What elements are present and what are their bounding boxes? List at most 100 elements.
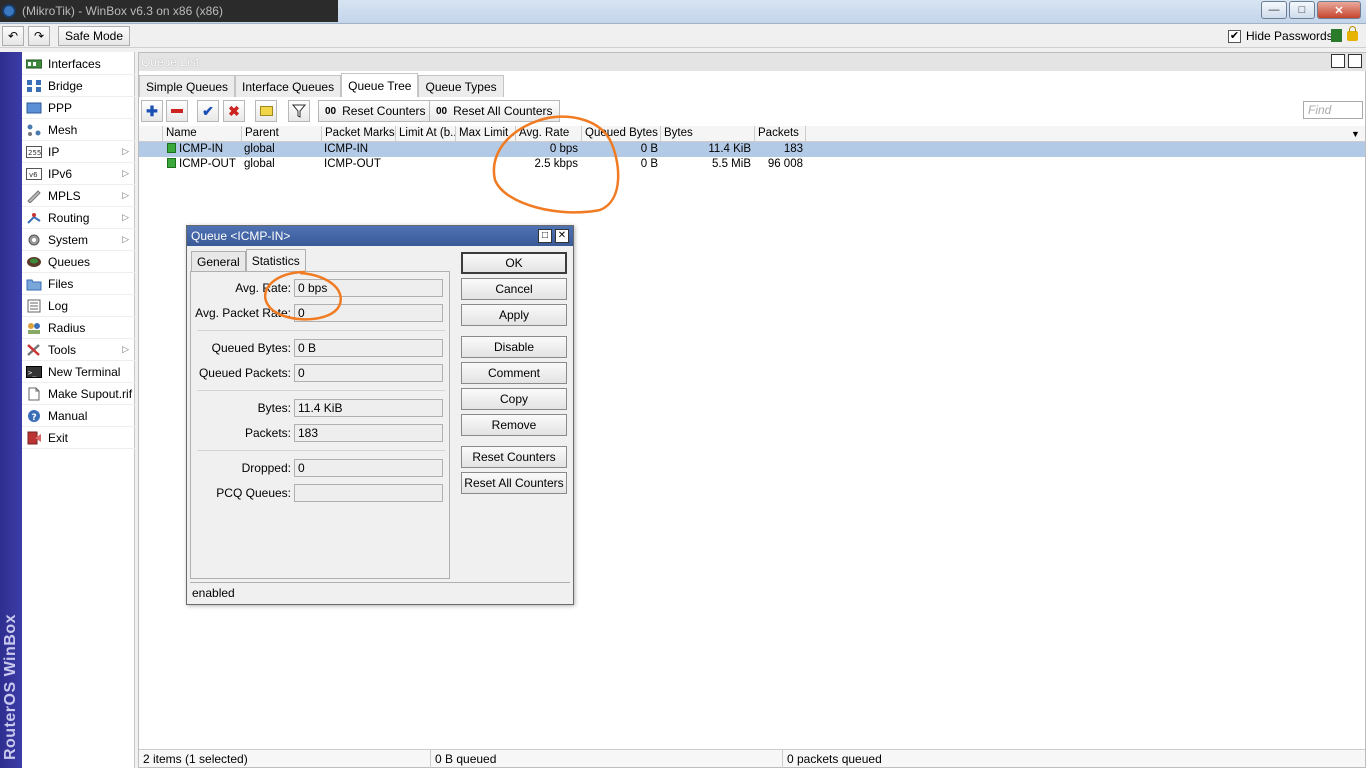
column-name[interactable]: Name [162,126,242,142]
column-limit-at[interactable]: Limit At (b... [395,126,455,142]
sidebar-item-radius[interactable]: Radius [22,317,135,339]
bytes-label: Bytes: [257,401,291,415]
remove-button[interactable]: Remove [461,414,567,436]
divider [197,390,445,391]
tab-queue-types[interactable]: Queue Types [418,75,504,97]
disable-button[interactable]: Disable [461,336,567,358]
dialog-title: Queue <ICMP-IN> [191,229,291,243]
copy-button[interactable]: Copy [461,388,567,410]
submenu-arrow-icon: ▷ [122,212,129,222]
table-row[interactable]: ICMP-IN global ICMP-IN 0 bps 0 B 11.4 Ki… [139,142,1365,157]
hide-passwords-toggle[interactable]: ✔ Hide Passwords [1228,29,1333,43]
disable-icon[interactable]: ✖ [223,100,245,122]
sidebar-item-label: IP [48,144,60,159]
columns-dropdown-icon[interactable]: ▼ [1351,129,1360,139]
tab-statistics[interactable]: Statistics [245,249,306,272]
sidebar-item-label: MPLS [48,188,81,203]
dialog-titlebar: Queue <ICMP-IN> □ ✕ [187,226,573,246]
restore-icon[interactable]: □ [1331,54,1345,68]
comment-button[interactable]: Comment [461,362,567,384]
minimize-button[interactable]: — [1261,1,1287,19]
ok-button[interactable]: OK [461,252,567,274]
apply-button[interactable]: Apply [461,304,567,326]
dialog-status: enabled [190,582,570,602]
safe-mode-button[interactable]: Safe Mode [58,26,130,46]
sidebar-item-log[interactable]: Log [22,295,135,317]
comment-icon[interactable] [255,100,277,122]
reset-counters-button[interactable]: 00 Reset Counters [318,100,433,122]
column-avg-rate[interactable]: Avg. Rate [515,126,581,142]
avg-packet-rate-field: 0 [294,304,443,322]
redo-icon[interactable]: ↷ [28,26,50,46]
sidebar-item-queues[interactable]: Queues [22,251,135,273]
remove-icon[interactable] [166,100,188,122]
cancel-button[interactable]: Cancel [461,278,567,300]
undo-icon[interactable]: ↶ [2,26,24,46]
column-packet-marks[interactable]: Packet Marks [321,126,395,142]
sidebar-item-new-terminal[interactable]: >_ New Terminal [22,361,135,383]
status-queued: 0 B queued [431,750,783,768]
row-limit-at [395,157,455,172]
tab-general[interactable]: General [191,251,246,272]
reset-counters-button[interactable]: Reset Counters [461,446,567,468]
column-queued-bytes[interactable]: Queued Bytes [581,126,661,142]
queued-packets-row: Queued Packets: 0 [191,364,451,382]
sidebar-item-routing[interactable]: Routing ▷ [22,207,135,229]
enable-icon[interactable]: ✔ [197,100,219,122]
routing-icon [26,211,42,225]
bridge-icon [26,79,42,93]
table-row[interactable]: ICMP-OUT global ICMP-OUT 2.5 kbps 0 B 5.… [139,157,1365,172]
reset-all-counters-button[interactable]: Reset All Counters [461,472,567,494]
tab-interface-queues[interactable]: Interface Queues [235,75,342,97]
sidebar-item-label: Tools [48,342,77,357]
column-bytes[interactable]: Bytes [660,126,754,142]
ppp-icon [26,101,42,115]
close-button[interactable]: ✕ [1317,1,1361,19]
sidebar-item-label: Manual [48,408,88,423]
sidebar-item-exit[interactable]: Exit [22,427,135,449]
reset-all-counters-button[interactable]: 00 Reset All Counters [429,100,560,122]
sidebar-item-tools[interactable]: Tools ▷ [22,339,135,361]
sidebar-item-ipv6[interactable]: v6 IPv6 ▷ [22,163,135,185]
sidebar-item-system[interactable]: System ▷ [22,229,135,251]
brand-strip: RouterOS WinBox [0,52,22,768]
filter-icon[interactable] [288,100,310,122]
maximize-button[interactable]: □ [1289,1,1315,19]
column-parent[interactable]: Parent [241,126,321,142]
hide-passwords-checkbox[interactable]: ✔ [1228,29,1241,43]
sidebar-item-label: Make Supout.rif [48,386,133,401]
sidebar-item-make-supout[interactable]: Make Supout.rif [22,383,135,405]
divider [197,330,445,331]
row-packets: 183 [783,143,803,155]
close-icon[interactable]: ✕ [555,229,569,243]
sidebar-item-mpls[interactable]: MPLS ▷ [22,185,135,207]
sidebar-item-mesh[interactable]: Mesh [22,119,135,141]
maximize-icon[interactable]: □ [538,229,552,243]
close-icon[interactable]: ✕ [1348,54,1362,68]
sidebar-item-ppp[interactable]: PPP [22,97,135,119]
interfaces-icon [26,57,42,71]
sidebar-item-manual[interactable]: ? Manual [22,405,135,427]
bytes-field: 11.4 KiB [294,399,443,417]
row-parent: global [244,143,275,155]
mesh-icon [26,123,42,137]
row-avg-rate: 0 bps [549,143,578,155]
tab-queue-tree[interactable]: Queue Tree [341,73,419,97]
sidebar-item-bridge[interactable]: Bridge [22,75,135,97]
packets-field: 183 [294,424,443,442]
add-icon[interactable]: ✚ [141,100,163,122]
column-packets[interactable]: Packets [754,126,806,142]
sidebar-item-interfaces[interactable]: Interfaces [22,53,135,75]
tab-simple-queues[interactable]: Simple Queues [139,75,236,97]
radius-icon [26,321,42,335]
sidebar-item-ip[interactable]: 255 IP ▷ [22,141,135,163]
sidebar-item-label: Bridge [48,78,83,93]
dropped-row: Dropped: 0 [191,459,451,477]
column-max-limit[interactable]: Max Limit ... [455,126,515,142]
system-icon [26,233,42,247]
find-input[interactable]: Find [1303,101,1363,119]
sidebar-item-files[interactable]: Files [22,273,135,295]
bytes-row: Bytes: 11.4 KiB [191,399,451,417]
row-name: ICMP-IN [164,142,242,157]
row-packet-marks: ICMP-IN [324,143,369,155]
